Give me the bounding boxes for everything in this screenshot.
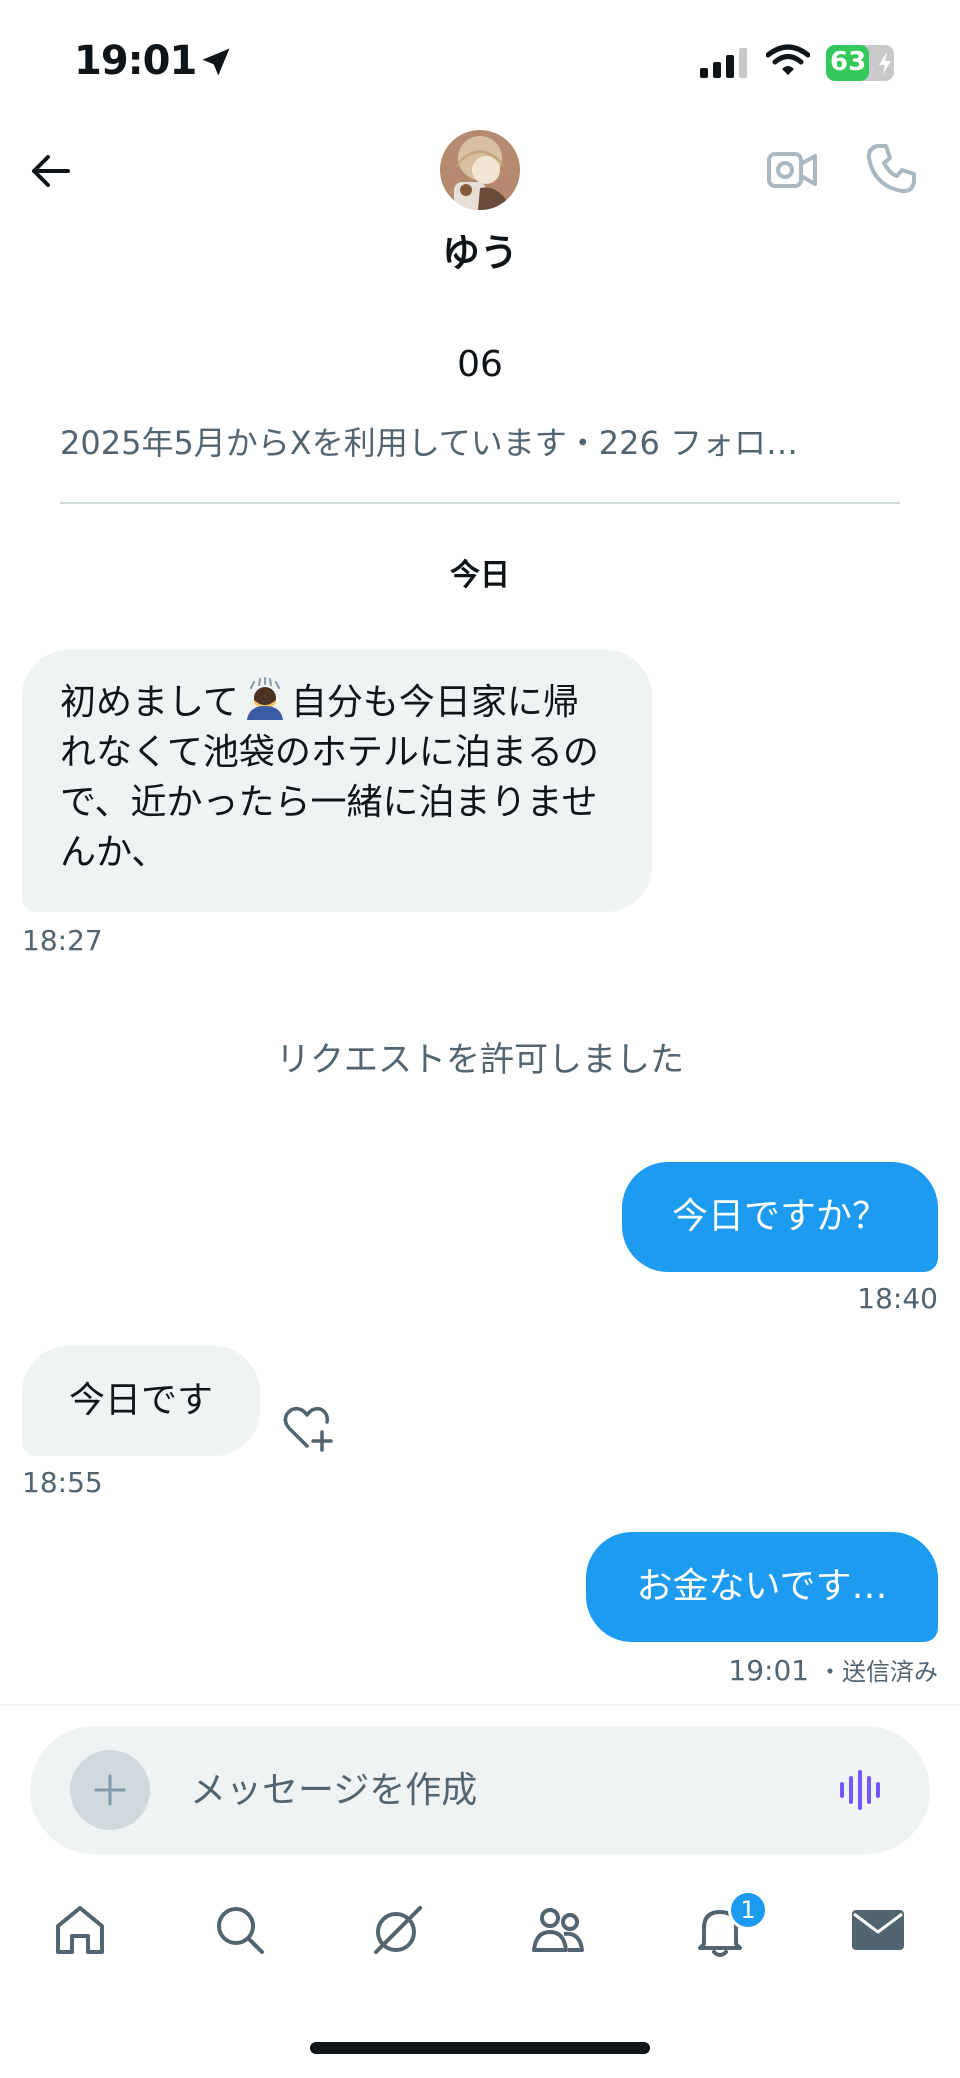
home-indicator [310, 2042, 650, 2054]
message-time: 19:01 [728, 1654, 810, 1687]
wifi-icon [766, 44, 810, 75]
bowing-person-emoji-icon [246, 677, 283, 720]
composer-divider [0, 1704, 960, 1706]
avatar[interactable] [440, 130, 520, 210]
message-timestamp: 18:55 [22, 1466, 103, 1499]
message-bubble-outgoing[interactable]: お金ないです… [586, 1532, 938, 1642]
sent-status: ・送信済み [818, 1658, 938, 1686]
contact-name[interactable]: ゆう [0, 222, 960, 277]
message-timestamp: 18:27 [22, 924, 103, 957]
notification-badge: 1 [728, 1890, 768, 1930]
phone-call-icon[interactable] [864, 142, 918, 196]
heart-add-icon[interactable] [282, 1404, 334, 1452]
message-text: 初めまして [60, 682, 239, 723]
plus-icon [94, 1774, 126, 1806]
message-text: 今日です [68, 1380, 213, 1421]
battery-level: 63 [830, 47, 867, 77]
communities-icon[interactable] [528, 1900, 588, 1960]
message-timestamp: 18:40 [857, 1282, 938, 1315]
messages-envelope-icon[interactable] [848, 1900, 908, 1960]
message-bubble-outgoing[interactable]: 今日ですか？ [622, 1162, 938, 1272]
grok-icon[interactable] [368, 1900, 428, 1960]
message-bubble-incoming[interactable]: 今日です [22, 1346, 260, 1456]
voice-waveform-icon[interactable] [836, 1766, 884, 1814]
message-bubble-incoming[interactable]: 初めまして 自分も今日家に帰れなくて池袋のホテルに泊まるので、近かったら一緒に泊… [22, 650, 652, 912]
charging-bolt-icon [879, 52, 891, 74]
location-arrow-icon [202, 48, 230, 76]
profile-handle: 06 [457, 344, 503, 385]
status-time: 19:01 [74, 38, 197, 84]
system-message: リクエストを許可しました [276, 1040, 684, 1080]
video-call-icon[interactable] [766, 148, 818, 192]
profile-meta: 2025年5月からXを利用しています・226 フォロ… [60, 424, 799, 462]
message-timestamp: 19:01 ・送信済み [728, 1652, 938, 1687]
home-icon[interactable] [50, 1900, 110, 1960]
back-arrow-icon[interactable] [28, 148, 74, 194]
battery-indicator: 63 [826, 45, 894, 81]
message-text: 今日ですか？ [671, 1196, 888, 1237]
avatar-image [440, 130, 520, 210]
message-text: お金ないです… [636, 1566, 888, 1607]
signal-icon [700, 48, 747, 78]
message-input[interactable] [190, 1754, 810, 1826]
add-attachment-button[interactable] [70, 1750, 150, 1830]
composer [30, 1726, 930, 1854]
search-icon[interactable] [210, 1900, 270, 1960]
day-separator: 今日 [450, 558, 510, 593]
divider [60, 502, 900, 504]
